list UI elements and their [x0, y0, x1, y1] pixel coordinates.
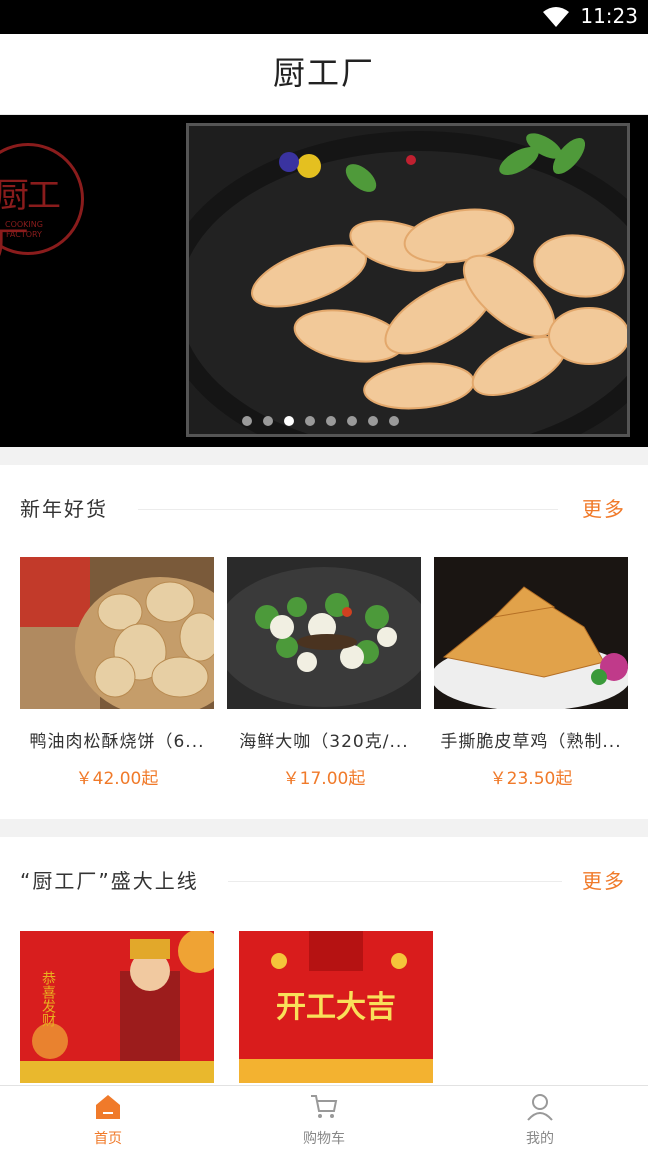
status-bar: 11:23 — [0, 0, 648, 34]
tab-cart[interactable]: 购物车 — [216, 1086, 432, 1152]
carousel-dot[interactable] — [326, 416, 336, 426]
section-header: 新年好货 更多 — [0, 465, 648, 551]
product-image[interactable] — [434, 557, 628, 709]
section-header: “厨工厂”盛大上线 更多 — [0, 837, 648, 923]
product-card[interactable]: 手撕脆皮草鸡（熟制... ￥23.50起 — [434, 557, 628, 789]
cart-icon — [311, 1095, 338, 1118]
product-price: ￥17.00起 — [282, 769, 366, 789]
bottom-tab-bar: 首页 购物车 我的 — [0, 1085, 648, 1152]
product-price: ￥42.00起 — [75, 769, 159, 789]
page-title: 厨工厂 — [0, 34, 648, 115]
svg-text:开工大吉: 开工大吉 — [276, 990, 396, 1025]
product-name: 海鲜大咖（320克/... — [239, 732, 409, 752]
banner-carousel[interactable]: 厨工厂 COOKING FACTORY — [0, 115, 648, 447]
status-time: 11:23 — [580, 4, 638, 28]
section-title: 新年好货 — [20, 497, 108, 521]
tab-profile[interactable]: 我的 — [432, 1086, 648, 1152]
section-new-year-goods: 新年好货 更多 鸭油肉松酥烧饼（6... ￥42.00起 海鲜大咖（320克/.… — [0, 465, 648, 819]
home-icon — [96, 1095, 120, 1119]
section-title: “厨工厂”盛大上线 — [20, 869, 199, 893]
brand-logo: 厨工厂 COOKING FACTORY — [0, 143, 84, 265]
tab-home[interactable]: 首页 — [0, 1086, 216, 1152]
product-price: ￥23.50起 — [489, 769, 573, 789]
banner-image-shrimp[interactable] — [186, 123, 630, 437]
divider — [138, 509, 558, 510]
product-name: 鸭油肉松酥烧饼（6... — [29, 732, 205, 752]
carousel-dot[interactable] — [263, 416, 273, 426]
wifi-icon — [543, 7, 569, 27]
section-launch: “厨工厂”盛大上线 更多 恭喜发财 开工大吉 — [0, 837, 648, 1085]
more-link[interactable]: 更多 — [582, 493, 626, 522]
user-icon — [527, 1094, 553, 1121]
more-link[interactable]: 更多 — [582, 865, 626, 894]
promo-banner-fortune[interactable]: 恭喜发财 — [20, 931, 214, 1083]
divider — [228, 881, 562, 882]
svg-text:恭喜发财: 恭喜发财 — [40, 971, 56, 1028]
product-name: 手撕脆皮草鸡（熟制... — [440, 732, 622, 752]
carousel-dot[interactable] — [389, 416, 399, 426]
carousel-dot[interactable] — [368, 416, 378, 426]
carousel-indicator — [242, 416, 399, 426]
promo-banner-start[interactable]: 开工大吉 — [239, 931, 433, 1083]
product-card[interactable]: 海鲜大咖（320克/... ￥17.00起 — [227, 557, 421, 789]
tab-label: 首页 — [94, 1131, 122, 1147]
product-image[interactable] — [227, 557, 421, 709]
carousel-dot[interactable] — [347, 416, 357, 426]
tab-label: 我的 — [526, 1131, 554, 1147]
carousel-dot-active[interactable] — [284, 416, 294, 426]
product-card[interactable]: 鸭油肉松酥烧饼（6... ￥42.00起 — [20, 557, 214, 789]
carousel-dot[interactable] — [242, 416, 252, 426]
carousel-dot[interactable] — [305, 416, 315, 426]
product-image[interactable] — [20, 557, 214, 709]
tab-label: 购物车 — [303, 1131, 345, 1147]
